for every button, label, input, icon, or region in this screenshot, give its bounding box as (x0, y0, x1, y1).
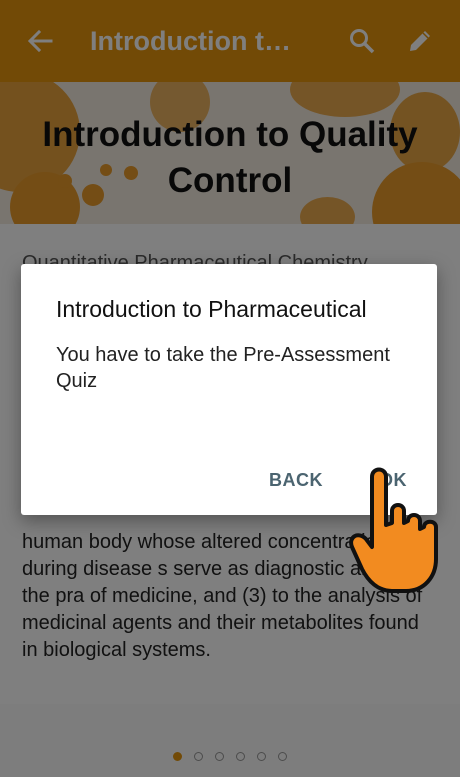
dialog-title: Introduction to Pharmaceutical (56, 296, 367, 322)
dialog-message: You have to take the Pre-Assessment Quiz (56, 344, 390, 392)
back-dialog-button[interactable]: BACK (259, 464, 333, 497)
pointing-hand-icon (348, 463, 438, 593)
